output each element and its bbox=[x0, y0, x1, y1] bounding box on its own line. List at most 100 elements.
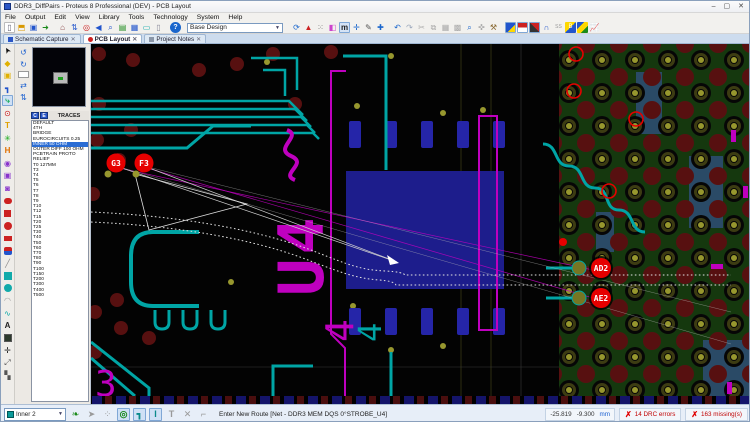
menu-view[interactable]: View bbox=[75, 14, 90, 21]
pencil-icon[interactable]: ✎ bbox=[363, 22, 374, 33]
block-rotate-icon[interactable]: ▩ bbox=[452, 22, 463, 33]
drag-filter-icon[interactable]: Ι bbox=[149, 408, 162, 421]
2d-circle-mode-icon[interactable] bbox=[2, 283, 13, 294]
round-pad-mode-icon[interactable]: ◉ bbox=[2, 158, 13, 169]
block-move-icon[interactable]: ▦ bbox=[440, 22, 451, 33]
design-explorer-icon[interactable]: B bbox=[565, 22, 576, 33]
menu-edit[interactable]: Edit bbox=[54, 14, 66, 21]
via-filter-icon[interactable]: ◎ bbox=[117, 408, 130, 421]
mirror-y-icon[interactable]: ⇅ bbox=[18, 92, 29, 102]
zoom-find-icon[interactable]: ⌕ bbox=[464, 22, 475, 33]
overview-minimap[interactable] bbox=[32, 47, 86, 107]
route-mode-icon[interactable]: ⤷ bbox=[2, 95, 13, 106]
import-icon[interactable]: ➜ bbox=[40, 22, 51, 33]
length-match-icon[interactable]: SS bbox=[553, 22, 564, 33]
graph-icon[interactable]: 📈 bbox=[589, 22, 600, 33]
pad-filter-icon[interactable]: ⁘ bbox=[101, 408, 114, 421]
3d-visualizer-icon[interactable] bbox=[577, 22, 588, 33]
false-origin-icon[interactable]: ✛ bbox=[351, 22, 362, 33]
trace-style-list[interactable]: DEFAULT4THBRIDGEEUROCIRCUITS 0.25INNER 5… bbox=[31, 120, 89, 402]
menu-output[interactable]: Output bbox=[25, 14, 45, 21]
tab-project-notes[interactable]: Project Notes ✕ bbox=[144, 34, 206, 43]
smd-pad-rounded-icon[interactable] bbox=[2, 195, 13, 206]
tab-close-icon[interactable]: ✕ bbox=[132, 36, 137, 43]
cut-icon[interactable]: ✂ bbox=[416, 22, 427, 33]
2d-box-mode-icon[interactable] bbox=[2, 270, 13, 281]
rotate-ccw-icon[interactable]: ↺ bbox=[18, 47, 29, 57]
home-icon[interactable]: ⌂ bbox=[57, 22, 68, 33]
layer-cube-icon[interactable]: ◧ bbox=[327, 22, 338, 33]
help-icon[interactable]: ? bbox=[170, 22, 181, 33]
copy-icon[interactable]: ⧉ bbox=[428, 22, 439, 33]
2d-path-mode-icon[interactable]: ∿ bbox=[2, 308, 13, 319]
rotate-cw-icon[interactable]: ↻ bbox=[18, 59, 29, 69]
pick-icon[interactable]: ✜ bbox=[476, 22, 487, 33]
menu-tools[interactable]: Tools bbox=[128, 14, 144, 21]
metric-toggle[interactable]: m bbox=[339, 22, 350, 33]
zone-filter-icon[interactable]: ✕ bbox=[181, 408, 194, 421]
pin-mode-icon[interactable]: T bbox=[2, 120, 13, 131]
terminal-icon[interactable]: ▭ bbox=[141, 22, 152, 33]
menu-library[interactable]: Library bbox=[99, 14, 120, 21]
drc-icon[interactable] bbox=[505, 22, 516, 33]
open-project-icon[interactable]: ⬒ bbox=[16, 22, 27, 33]
save-project-icon[interactable]: ▣ bbox=[28, 22, 39, 33]
tab-schematic-capture[interactable]: Schematic Capture ✕ bbox=[3, 34, 81, 43]
create-style-button[interactable]: C bbox=[31, 112, 39, 119]
new-project-icon[interactable]: ▯ bbox=[4, 22, 15, 33]
library-icon[interactable]: ▤ bbox=[117, 22, 128, 33]
snap-icon[interactable]: ✚ bbox=[375, 22, 386, 33]
design-selector[interactable]: Base Design ▼ bbox=[187, 23, 283, 33]
close-icon[interactable]: ✕ bbox=[738, 2, 744, 12]
package-mode-icon[interactable]: ▣ bbox=[2, 70, 13, 81]
menu-system[interactable]: System bbox=[197, 14, 220, 21]
tab-pcb-layout[interactable]: PCB Layout ✕ bbox=[83, 34, 143, 43]
component-transfer-icon[interactable]: ⇅ bbox=[69, 22, 80, 33]
component-mode-icon[interactable]: ◆ bbox=[2, 58, 13, 69]
undo-icon[interactable]: ↶ bbox=[392, 22, 403, 33]
dil-pad-mode-icon[interactable]: ◙ bbox=[2, 183, 13, 194]
diff-pair-icon[interactable] bbox=[517, 22, 528, 33]
2d-text-mode-icon[interactable]: A bbox=[2, 320, 13, 331]
trace-style-item[interactable]: T500 bbox=[32, 293, 88, 298]
trace-filter-icon[interactable]: ┓ bbox=[133, 408, 146, 421]
play-icon[interactable]: ◀ bbox=[93, 22, 104, 33]
tab-close-icon[interactable]: ✕ bbox=[196, 36, 201, 43]
marker-mode-icon[interactable]: ✛ bbox=[2, 345, 13, 356]
menu-help[interactable]: Help bbox=[228, 14, 242, 21]
menu-technology[interactable]: Technology bbox=[153, 14, 187, 21]
mirror-x-icon[interactable]: ⇄ bbox=[18, 80, 29, 90]
selection-filter-icon[interactable]: ➤ bbox=[85, 408, 98, 421]
maximize-icon[interactable]: ▢ bbox=[724, 2, 731, 12]
pcb-canvas[interactable]: U4 4 4 3 bbox=[91, 44, 750, 404]
layer-selector[interactable]: Inner 2 ▼ bbox=[4, 408, 66, 421]
minimize-icon[interactable]: – bbox=[712, 2, 716, 12]
text-filter-icon[interactable]: T bbox=[165, 408, 178, 421]
auto-router-icon[interactable]: ▲ bbox=[303, 22, 314, 33]
drc-error-indicator[interactable]: ✗ 14 DRC errors bbox=[619, 408, 681, 421]
dimension-mode-icon[interactable]: ⤢ bbox=[2, 358, 13, 369]
redo-icon[interactable]: ↷ bbox=[404, 22, 415, 33]
edit-style-button[interactable]: E bbox=[40, 112, 48, 119]
origin-mode-icon[interactable]: ▚ bbox=[2, 370, 13, 381]
highlight-mode-icon[interactable]: H bbox=[2, 145, 13, 156]
search-icon[interactable]: ⌕ bbox=[105, 22, 116, 33]
make-device-icon[interactable]: ⚒ bbox=[488, 22, 499, 33]
smd-pad-rect-icon[interactable] bbox=[2, 233, 13, 244]
selection-mode-icon[interactable]: ➤ bbox=[0, 43, 15, 58]
via-mode-icon[interactable]: ⊙ bbox=[2, 108, 13, 119]
smd-pad-circle-icon[interactable] bbox=[2, 220, 13, 231]
2d-symbol-mode-icon[interactable] bbox=[2, 333, 13, 344]
padstack-mode-icon[interactable] bbox=[2, 245, 13, 256]
2d-line-mode-icon[interactable]: ╱ bbox=[2, 258, 13, 269]
trace-angle-icon[interactable] bbox=[529, 22, 540, 33]
teardrop-icon[interactable]: ❧ bbox=[69, 408, 82, 421]
redraw-icon[interactable]: ⟳ bbox=[291, 22, 302, 33]
target-icon[interactable]: ◎ bbox=[81, 22, 92, 33]
ratsnest-mode-icon[interactable]: ✳ bbox=[2, 133, 13, 144]
rotation-angle-field[interactable] bbox=[18, 71, 29, 78]
track-mode-icon[interactable]: ┓ bbox=[2, 83, 13, 94]
2d-arc-mode-icon[interactable]: ◠ bbox=[2, 295, 13, 306]
corner-mode-icon[interactable]: ⌐ bbox=[197, 408, 210, 421]
net-highlight-icon[interactable]: ∩ bbox=[541, 22, 552, 33]
